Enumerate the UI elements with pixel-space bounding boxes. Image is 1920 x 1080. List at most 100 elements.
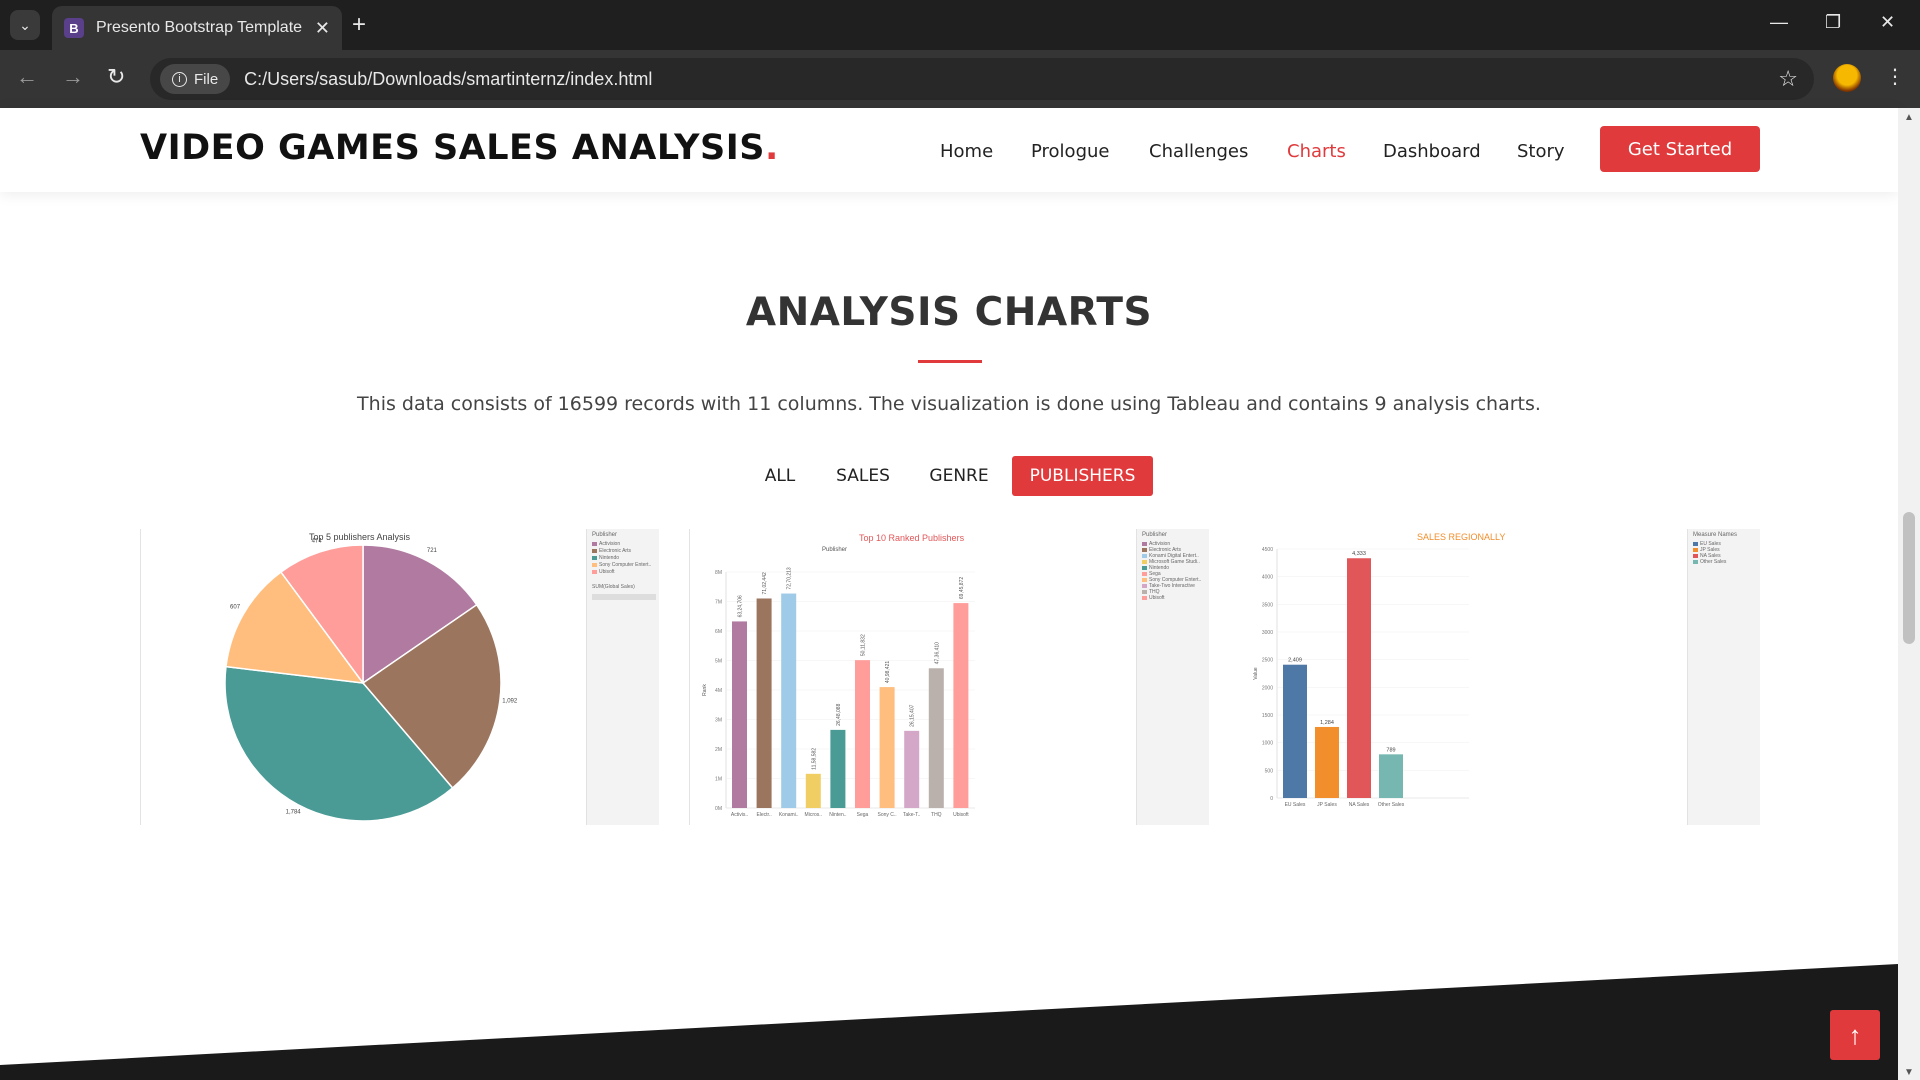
site-header: VIDEO GAMES SALES ANALYSIS. Home Prologu… (0, 108, 1898, 192)
page-scrollbar[interactable]: ▲ ▼ (1898, 108, 1920, 1080)
y-tick-label: 2M (715, 747, 722, 753)
bar-value-label: 1,284 (1320, 720, 1334, 726)
favicon-icon: B (64, 18, 84, 38)
x-tick-label: Electr.. (756, 812, 771, 818)
bar-value-label: 47,36,410 (934, 642, 940, 664)
bar-value-label: 2,409 (1288, 658, 1302, 664)
bookmark-star-icon[interactable]: ☆ (1778, 66, 1798, 92)
filter-genre[interactable]: GENRE (922, 456, 996, 496)
legend-item: Ubisoft (1142, 595, 1165, 601)
legend-title: Publisher (592, 532, 618, 538)
bar (1379, 754, 1403, 798)
address-bar[interactable]: i File C:/Users/sasub/Downloads/smartint… (150, 58, 1814, 100)
bar-value-label: 26,15,407 (910, 704, 916, 726)
profile-avatar[interactable] (1833, 64, 1861, 92)
filter-sales[interactable]: SALES (830, 456, 896, 496)
minimize-icon[interactable]: — (1770, 12, 1788, 33)
site-info-chip[interactable]: i File (160, 64, 231, 94)
y-tick-label: 3500 (1262, 602, 1273, 608)
chevron-down-icon: ⌄ (19, 16, 31, 33)
bar (830, 729, 846, 808)
y-tick-label: 5M (715, 659, 722, 665)
nav-charts[interactable]: Charts (1287, 141, 1346, 162)
x-tick-label: Sony C.. (878, 812, 897, 818)
bar (904, 730, 920, 808)
x-tick-label: Activis.. (731, 812, 748, 818)
scroll-down-icon[interactable]: ▼ (1904, 1067, 1914, 1078)
bar-value-label: 71,02,442 (762, 572, 768, 594)
legend-item: Sony Computer Entert.. (592, 562, 651, 568)
chart-card-sales-regionally[interactable]: SALES REGIONALLY 0 500 1000 1500 2000 2500 300… (1209, 529, 1760, 825)
tab-search-button[interactable]: ⌄ (10, 10, 40, 40)
bar-value-label: 63,24,706 (738, 595, 744, 617)
legend-title: Measure Names (1693, 532, 1738, 538)
x-tick-label: THQ (931, 812, 942, 818)
section-title: ANALYSIS CHARTS (745, 290, 1153, 335)
browser-menu-icon[interactable]: ⋮ (1885, 64, 1905, 89)
info-icon: i (172, 71, 187, 87)
x-tick-label: Other Sales (1378, 802, 1405, 808)
scroll-up-icon[interactable]: ▲ (1904, 112, 1914, 123)
url-text[interactable]: C:/Users/sasub/Downloads/smartinternz/in… (244, 69, 652, 90)
back-to-top-button[interactable]: ↑ (1830, 1010, 1880, 1060)
restore-icon[interactable]: ❐ (1825, 12, 1841, 33)
forward-arrow-icon[interactable]: → (62, 64, 84, 90)
y-tick-label: 4M (715, 688, 722, 694)
x-tick-label: EU Sales (1285, 802, 1306, 808)
chart-card-top5-publishers[interactable]: Top 5 publishers Analysis 721 1,092 1,784 6… (141, 529, 659, 825)
bar (781, 593, 797, 808)
bar (732, 621, 747, 808)
reload-icon[interactable]: ↻ (107, 64, 125, 90)
x-tick-label: Konami.. (779, 812, 799, 818)
bar-value-label: 11,58,582 (811, 748, 817, 770)
filter-publishers[interactable]: PUBLISHERS (1012, 456, 1153, 496)
pie-value-label: 1,092 (502, 698, 518, 704)
nav-home[interactable]: Home (940, 141, 993, 162)
bar-value-label: 789 (1386, 747, 1395, 753)
x-tick-label: JP Sales (1317, 802, 1337, 808)
nav-challenges[interactable]: Challenges (1149, 141, 1248, 162)
bar-value-label: 4,333 (1352, 551, 1366, 557)
y-tick-label: 500 (1265, 768, 1274, 774)
legend-title: Publisher (1142, 532, 1168, 538)
legend-item: Nintendo (592, 555, 619, 561)
footer-diagonal-band (0, 964, 1898, 1080)
x-tick-label: Micros.. (805, 812, 823, 818)
legend-filter-label: SUM(Global Sales) (592, 584, 635, 590)
close-window-icon[interactable]: ✕ (1880, 12, 1895, 33)
nav-dashboard[interactable]: Dashboard (1383, 141, 1481, 162)
bar-chart-regional: 0 500 1000 1500 2000 2500 3000 3500 4000 4500 Valu… (1253, 547, 1469, 808)
legend-item: Electronic Arts (592, 548, 631, 554)
pie-value-label: 607 (230, 605, 241, 611)
new-tab-button[interactable]: + (352, 12, 366, 38)
nav-story[interactable]: Story (1517, 141, 1565, 162)
pie-chart: 721 1,092 1,784 607 474 (224, 538, 518, 822)
logo-text: VIDEO GAMES SALES ANALYSIS (140, 128, 765, 168)
scrollbar-thumb[interactable] (1903, 512, 1915, 644)
y-tick-label: 1500 (1262, 713, 1273, 719)
y-tick-label: 1000 (1262, 741, 1273, 747)
bar-value-label: 72,70,213 (787, 567, 793, 589)
bar-value-label: 69,45,872 (959, 577, 965, 599)
bar-value-label: 40,98,421 (885, 661, 891, 683)
bar-value-label: 50,11,832 (861, 634, 867, 656)
bar (879, 687, 895, 808)
y-tick-label: 4000 (1262, 575, 1273, 581)
browser-tab[interactable]: B Presento Bootstrap Template - ✕ (52, 6, 342, 50)
legend-item: Activision (592, 541, 620, 547)
back-arrow-icon[interactable]: ← (16, 64, 38, 90)
chart-card-top10-publishers[interactable]: Top 10 Ranked Publishers Publisher 0M 1M 2… (690, 529, 1209, 825)
x-tick-label: Take-T.. (903, 812, 921, 818)
y-tick-label: 6M (715, 629, 722, 635)
filter-all[interactable]: ALL (752, 456, 808, 496)
site-logo[interactable]: VIDEO GAMES SALES ANALYSIS. (140, 128, 779, 168)
y-tick-label: 7M (715, 600, 722, 606)
y-tick-label: 2500 (1262, 658, 1273, 664)
logo-dot: . (764, 128, 779, 168)
close-tab-icon[interactable]: ✕ (315, 18, 330, 39)
nav-prologue[interactable]: Prologue (1031, 141, 1109, 162)
browser-tab-strip: ⌄ B Presento Bootstrap Template - ✕ + — … (0, 0, 1920, 50)
y-tick-label: 2000 (1262, 685, 1273, 691)
y-tick-label: 3M (715, 718, 722, 724)
get-started-button[interactable]: Get Started (1600, 126, 1760, 172)
